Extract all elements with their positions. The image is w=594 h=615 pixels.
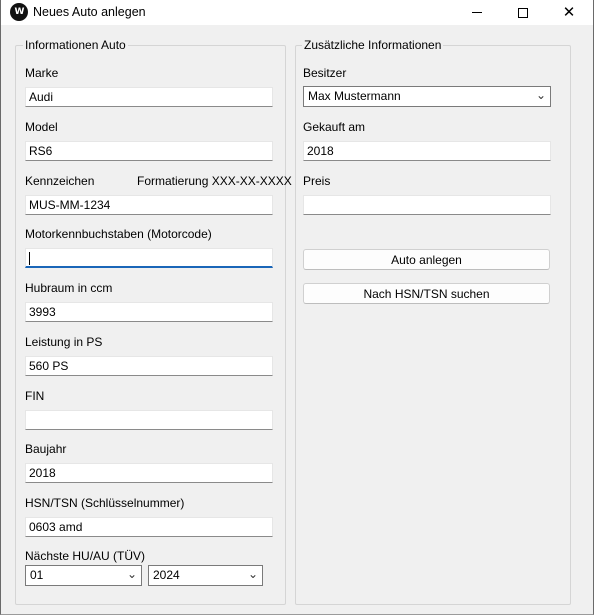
leistung-input[interactable]: 560 PS <box>25 356 273 376</box>
chevron-down-icon: ⌄ <box>535 88 546 102</box>
hsn-tsn-search-button[interactable]: Nach HSN/TSN suchen <box>303 283 550 304</box>
tuev-year-value: 2024 <box>153 568 180 582</box>
maximize-button[interactable] <box>500 0 546 25</box>
close-button[interactable]: ✕ <box>546 0 592 25</box>
label-preis: Preis <box>303 174 331 188</box>
label-motorcode: Motorkennbuchstaben (Motorcode) <box>25 227 212 241</box>
tuev-month-value: 01 <box>30 568 44 582</box>
gekauft-am-input[interactable]: 2018 <box>303 141 551 161</box>
marke-input[interactable]: Audi <box>25 87 273 107</box>
preis-input[interactable] <box>303 195 551 215</box>
label-gekauft-am: Gekauft am <box>303 120 366 134</box>
auto-anlegen-button[interactable]: Auto anlegen <box>303 249 550 270</box>
kennzeichen-format-hint: Formatierung XXX-XX-XXXX <box>137 174 292 188</box>
besitzer-select[interactable]: Max Mustermann ⌄ <box>303 86 551 107</box>
tuev-year-select[interactable]: 2024 ⌄ <box>148 565 263 586</box>
besitzer-value: Max Mustermann <box>308 89 401 103</box>
fin-input[interactable] <box>25 410 273 430</box>
text-caret <box>29 252 30 266</box>
label-hubraum: Hubraum in ccm <box>25 281 113 295</box>
app-logo-icon: W <box>10 3 28 21</box>
label-besitzer: Besitzer <box>303 66 347 80</box>
motorcode-input[interactable] <box>25 248 273 268</box>
model-input[interactable]: RS6 <box>25 141 273 161</box>
hsn-tsn-input[interactable]: 0603 amd <box>25 517 273 537</box>
label-tuev: Nächste HU/AU (TÜV) <box>25 549 146 563</box>
label-hsn-tsn: HSN/TSN (Schlüsselnummer) <box>25 496 185 510</box>
group-legend: Informationen Auto <box>23 38 128 52</box>
label-leistung: Leistung in PS <box>25 335 103 349</box>
close-icon: ✕ <box>562 3 576 21</box>
group-legend: Zusätzliche Informationen <box>302 38 444 52</box>
label-baujahr: Baujahr <box>25 442 67 456</box>
label-fin: FIN <box>25 389 45 403</box>
chevron-down-icon: ⌄ <box>247 567 258 581</box>
label-kennzeichen: Kennzeichen <box>25 174 95 188</box>
baujahr-input[interactable]: 2018 <box>25 463 273 483</box>
hubraum-input[interactable]: 3993 <box>25 302 273 322</box>
minimize-icon <box>472 12 482 13</box>
kennzeichen-input[interactable]: MUS-MM-1234 <box>25 195 273 215</box>
label-model: Model <box>25 120 58 134</box>
window-title: Neues Auto anlegen <box>33 5 146 19</box>
maximize-icon <box>518 7 528 18</box>
title-bar[interactable]: W Neues Auto anlegen ✕ <box>1 0 593 25</box>
label-marke: Marke <box>25 66 59 80</box>
chevron-down-icon: ⌄ <box>126 567 137 581</box>
tuev-month-select[interactable]: 01 ⌄ <box>25 565 142 586</box>
dialog-window: W Neues Auto anlegen ✕ Informationen Aut… <box>0 0 594 615</box>
minimize-button[interactable] <box>454 0 500 25</box>
